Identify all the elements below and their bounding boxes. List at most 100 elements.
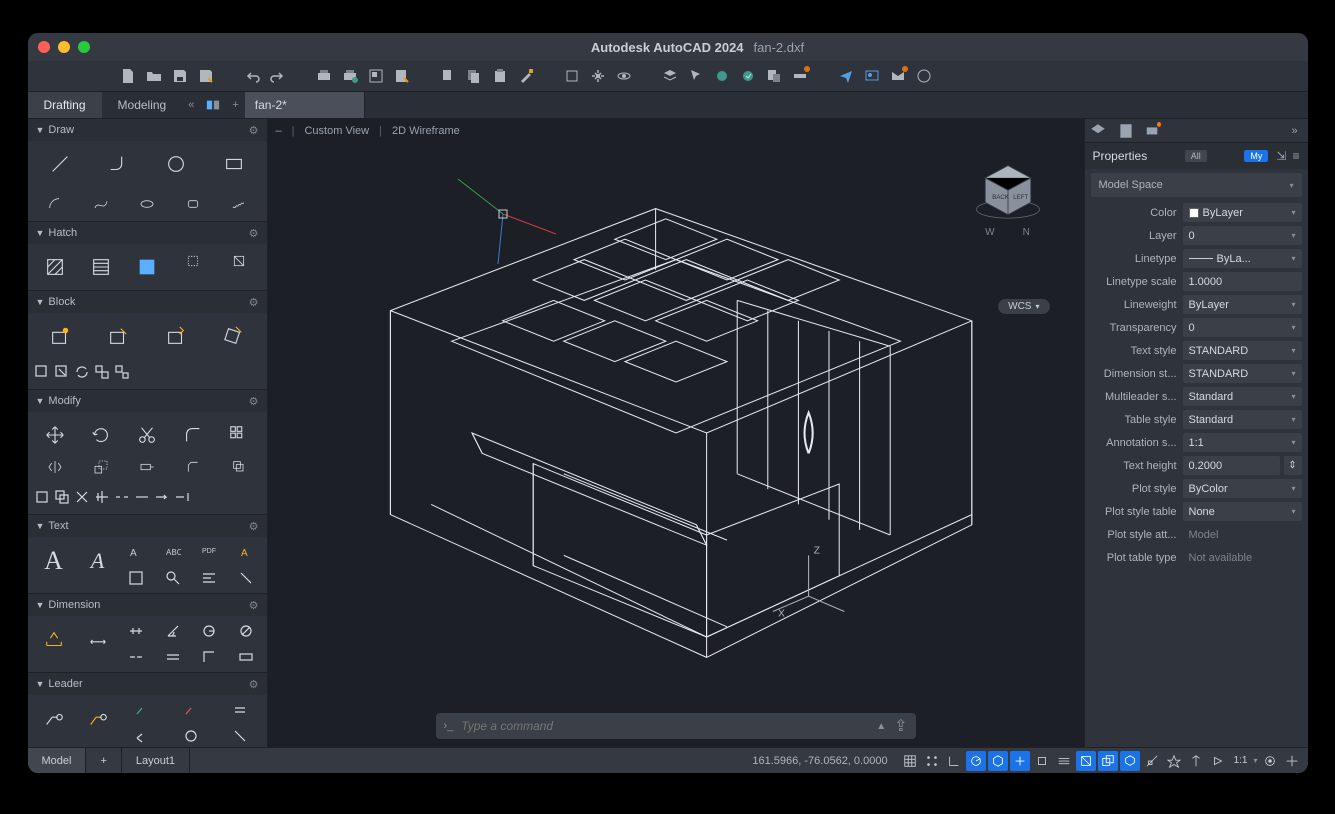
lweight-icon[interactable] (1054, 751, 1074, 771)
spline-tool[interactable] (80, 193, 122, 215)
coordinates-readout[interactable]: 161.5966, -76.0562, 0.0000 (752, 755, 887, 767)
mtext-tool[interactable]: A (32, 541, 76, 581)
erase-tool[interactable] (34, 486, 50, 508)
create-block-tool[interactable] (91, 319, 145, 353)
qleader-tool[interactable] (76, 699, 120, 739)
annoscale-icon[interactable] (1208, 751, 1228, 771)
osnap-icon[interactable] (1032, 751, 1052, 771)
copy-tool[interactable] (54, 486, 70, 508)
copy-icon[interactable] (464, 66, 484, 86)
property-value[interactable]: ByLa...▾ (1183, 249, 1302, 268)
block-icon[interactable] (562, 66, 582, 86)
transparency-icon[interactable] (1076, 751, 1096, 771)
dyninput-icon[interactable] (1010, 751, 1030, 771)
layers-icon[interactable] (660, 66, 680, 86)
redo-icon[interactable] (268, 66, 288, 86)
gear-icon[interactable]: ⚙ (249, 296, 259, 309)
offset-tool[interactable] (218, 456, 260, 478)
saveas-icon[interactable] (196, 66, 216, 86)
preview-icon[interactable] (366, 66, 386, 86)
snapmode-icon[interactable] (922, 751, 942, 771)
drawing-canvas[interactable]: – | Custom View | 2D Wireframe (268, 119, 1084, 747)
arc-tool[interactable] (34, 193, 76, 215)
matchprop-icon[interactable] (516, 66, 536, 86)
command-input[interactable] (461, 719, 868, 733)
otrack-icon[interactable] (1142, 751, 1162, 771)
gridmode-icon[interactable] (900, 751, 920, 771)
palette-overflow-icon[interactable]: » (1286, 123, 1304, 139)
line-tool[interactable] (34, 147, 88, 181)
dimordinate-tool[interactable] (193, 646, 226, 668)
open-icon[interactable] (144, 66, 164, 86)
layout-tab-add[interactable]: + (86, 748, 121, 773)
minimize-icon[interactable] (58, 41, 70, 53)
paste-icon[interactable] (490, 66, 510, 86)
hatch-tool[interactable] (34, 250, 76, 284)
viewcube[interactable]: BACK LEFT W N (958, 159, 1058, 279)
tab-modeling[interactable]: Modeling (102, 92, 183, 118)
gear-icon[interactable]: ⚙ (249, 599, 259, 612)
help-icon[interactable] (914, 66, 934, 86)
dimlinear-tool[interactable] (76, 620, 120, 660)
justify-tool[interactable] (193, 567, 226, 589)
property-value[interactable]: Standard▾ (1183, 387, 1302, 406)
pin-icon[interactable]: ⇲ (1276, 149, 1286, 163)
explode-tool[interactable] (74, 486, 90, 508)
file-tab[interactable]: fan-2* (245, 92, 365, 118)
property-value[interactable]: 1:1▾ (1183, 433, 1302, 452)
leader-align-tool[interactable] (218, 699, 263, 721)
sync-tool[interactable] (74, 361, 90, 383)
annotation-scale-label[interactable]: 1:1 (1230, 755, 1252, 766)
edit-block-tool[interactable] (149, 319, 203, 353)
wblock-tool[interactable] (207, 319, 261, 353)
annoauto-icon[interactable] (1186, 751, 1206, 771)
orbit-icon[interactable] (614, 66, 634, 86)
command-line[interactable]: ›_ ▲ ⇪ (436, 713, 916, 739)
gear-icon[interactable]: ⚙ (249, 395, 259, 408)
circle-tool[interactable] (149, 147, 203, 181)
undo-icon[interactable] (242, 66, 262, 86)
gear-icon[interactable]: ⚙ (249, 520, 259, 533)
property-value[interactable]: Standard▾ (1183, 410, 1302, 429)
property-value[interactable]: ByColor▾ (1183, 479, 1302, 498)
pan-icon[interactable] (588, 66, 608, 86)
dimdiameter-tool[interactable] (230, 620, 263, 642)
cycling-icon[interactable] (1098, 751, 1118, 771)
property-value[interactable]: ByLayer▾ (1183, 295, 1302, 314)
filter-my-button[interactable]: My (1244, 150, 1268, 162)
quickview-icon[interactable] (200, 92, 226, 118)
leader-style-tool[interactable] (169, 725, 214, 747)
property-value[interactable]: 0▾ (1183, 226, 1302, 245)
save-icon[interactable] (170, 66, 190, 86)
dimangular-tool[interactable] (156, 620, 189, 642)
command-history-icon[interactable]: ▲ (876, 721, 886, 732)
layout-tab-layout1[interactable]: Layout1 (122, 748, 190, 773)
new-tab-icon[interactable]: + (226, 92, 244, 118)
palette-tab-blocks-icon[interactable] (1145, 123, 1163, 139)
leader-add-tool[interactable] (120, 699, 165, 721)
property-value[interactable]: 0▾ (1183, 318, 1302, 337)
lengthen-tool[interactable] (154, 486, 170, 508)
close-icon[interactable] (38, 41, 50, 53)
attedit-tool[interactable] (54, 361, 70, 383)
gear-icon[interactable]: ⚙ (249, 124, 259, 137)
textedit-tool[interactable] (230, 567, 263, 589)
batchplot-icon[interactable] (340, 66, 360, 86)
measure-icon[interactable] (790, 66, 810, 86)
align-tool[interactable] (94, 486, 110, 508)
break-tool[interactable] (114, 486, 130, 508)
dim-tool[interactable] (32, 620, 76, 660)
rotate-tool[interactable] (80, 418, 122, 452)
ellipse-tool[interactable] (126, 193, 168, 215)
dimaligned-tool[interactable] (120, 620, 153, 642)
stretch-tool[interactable] (126, 456, 168, 478)
leader-remove-tool[interactable] (169, 699, 214, 721)
maximize-icon[interactable] (78, 41, 90, 53)
insert-block-tool[interactable] (34, 319, 88, 353)
ungroup-tool[interactable] (114, 361, 130, 383)
scale-tool[interactable] (80, 456, 122, 478)
property-value[interactable]: 0.2000 (1183, 456, 1280, 475)
3dosnap-icon[interactable] (1120, 751, 1140, 771)
send-icon[interactable] (836, 66, 856, 86)
tcount-tool[interactable] (120, 567, 153, 589)
